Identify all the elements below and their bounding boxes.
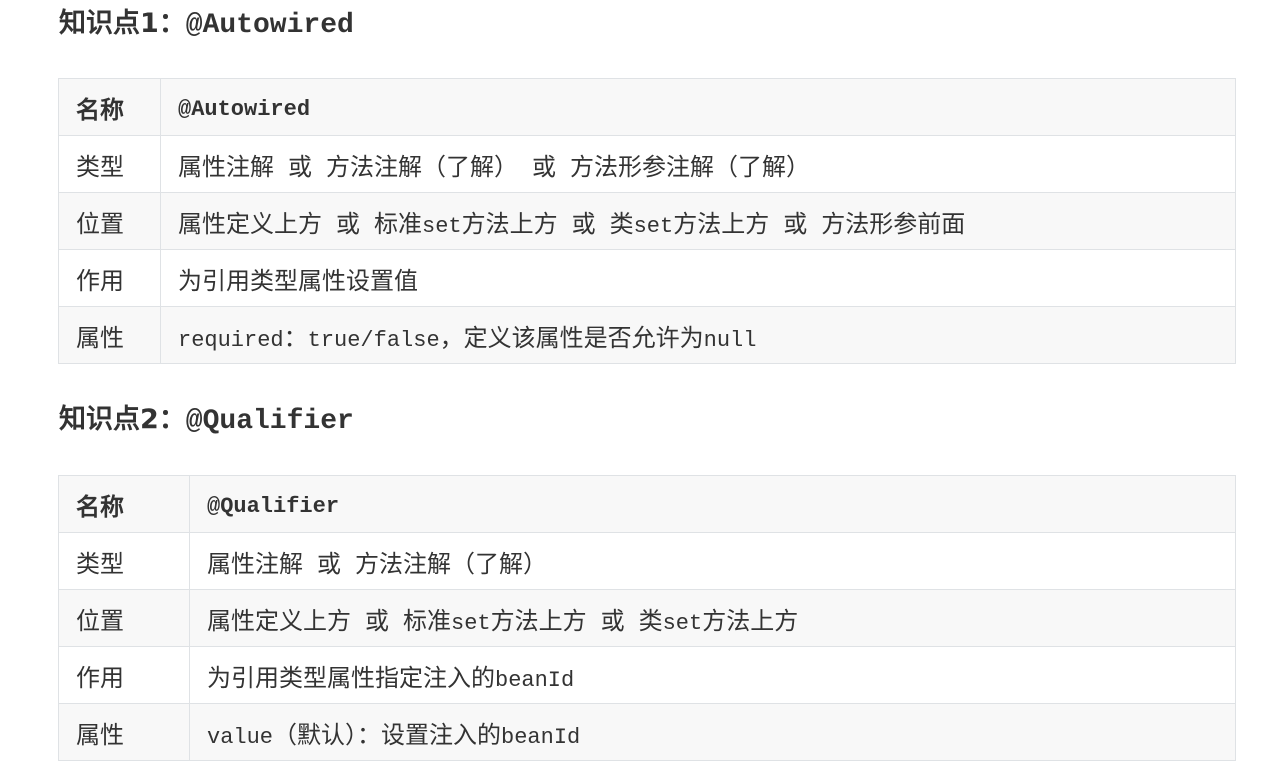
type-text: 方法注解（了解） (355, 549, 547, 578)
table-row-name: 名称 @Autowired (58, 78, 1236, 136)
table-row-name: 名称 @Qualifier (58, 475, 1236, 533)
attribute-text: ： (283, 323, 308, 352)
type-text: 属性注解 (178, 152, 274, 181)
table-row-attribute: 属性 required：true/false，定义该属性是否允许为null (58, 306, 1236, 364)
position-text: 类 (609, 209, 634, 238)
position-text: 方法上方 (490, 606, 587, 635)
row-label: 名称 (58, 78, 161, 136)
position-text: 标准 (403, 606, 451, 635)
type-text: 或 (288, 152, 312, 181)
table-row-position: 位置 属性定义上方或标准set方法上方或类set方法上方 (58, 589, 1236, 647)
table-row-usage: 作用 为引用类型属性指定注入的beanId (58, 646, 1236, 704)
position-code: set (451, 610, 491, 636)
position-text: 属性定义上方 (178, 209, 322, 238)
usage-code: beanId (495, 667, 575, 693)
annotation-name: @Qualifier (207, 493, 340, 519)
row-value: 属性定义上方或标准set方法上方或类set方法上方或方法形参前面 (160, 192, 1236, 250)
section-2-heading: 知识点2：@Qualifier (59, 400, 354, 442)
type-text: 方法注解（了解） (326, 152, 518, 181)
position-text: 方法上方 (702, 606, 799, 635)
attribute-code: true/false (307, 327, 440, 353)
position-text: 方法上方 (673, 209, 770, 238)
row-label: 作用 (58, 249, 161, 307)
annotation-name: @Autowired (178, 96, 311, 122)
section-1-heading-prefix: 知识点1： (59, 8, 186, 39)
row-value: 为引用类型属性指定注入的beanId (189, 646, 1236, 704)
table-row-usage: 作用 为引用类型属性设置值 (58, 249, 1236, 307)
attribute-text: （默认）：设置注入的 (273, 720, 502, 749)
table-row-type: 类型 属性注解或方法注解（了解） (58, 532, 1236, 590)
position-text: 或 (365, 606, 389, 635)
position-code: set (662, 610, 703, 636)
row-label: 作用 (58, 646, 190, 704)
attribute-text: ，定义该属性是否允许为 (439, 323, 704, 352)
position-text: 标准 (374, 209, 422, 238)
section-1-heading-annotation: @Autowired (185, 10, 354, 41)
row-value: @Qualifier (189, 475, 1236, 533)
row-value: 属性注解或方法注解（了解）或方法形参注解（了解） (160, 135, 1236, 193)
attribute-code: value (207, 724, 274, 750)
row-label: 位置 (58, 192, 161, 250)
position-text: 方法上方 (461, 209, 558, 238)
position-text: 或 (783, 209, 808, 238)
row-value: 属性注解或方法注解（了解） (189, 532, 1236, 590)
row-label: 位置 (58, 589, 190, 647)
type-text: 属性注解 (207, 549, 303, 578)
position-text: 类 (638, 606, 663, 635)
position-text: 属性定义上方 (207, 606, 351, 635)
position-text: 或 (600, 606, 625, 635)
row-value: 属性定义上方或标准set方法上方或类set方法上方 (189, 589, 1236, 647)
row-label: 类型 (58, 135, 161, 193)
row-value: required：true/false，定义该属性是否允许为null (160, 306, 1236, 364)
table-row-position: 位置 属性定义上方或标准set方法上方或类set方法上方或方法形参前面 (58, 192, 1236, 250)
section-1-heading: 知识点1：@Autowired (59, 4, 354, 46)
row-label: 属性 (58, 703, 190, 761)
row-label: 属性 (58, 306, 161, 364)
section-2-heading-prefix: 知识点2： (59, 404, 186, 435)
attribute-code: beanId (501, 724, 581, 750)
position-text: 或 (336, 209, 360, 238)
row-label: 名称 (58, 475, 190, 533)
row-value: 为引用类型属性设置值 (160, 249, 1236, 307)
table-row-attribute: 属性 value（默认）：设置注入的beanId (58, 703, 1236, 761)
attribute-code: required (178, 327, 284, 353)
qualifier-table: 名称 @Qualifier 类型 属性注解或方法注解（了解） 位置 属性定义上方… (58, 475, 1236, 761)
autowired-table: 名称 @Autowired 类型 属性注解或方法注解（了解）或方法形参注解（了解… (58, 78, 1236, 364)
position-text: 或 (571, 209, 596, 238)
type-text: 方法形参注解（了解） (570, 152, 810, 181)
position-text: 方法形参前面 (821, 209, 966, 238)
type-text: 或 (532, 152, 556, 181)
table-row-type: 类型 属性注解或方法注解（了解）或方法形参注解（了解） (58, 135, 1236, 193)
row-value: @Autowired (160, 78, 1236, 136)
type-text: 或 (317, 549, 341, 578)
position-code: set (633, 213, 674, 239)
attribute-code: null (703, 327, 757, 353)
row-value: value（默认）：设置注入的beanId (189, 703, 1236, 761)
section-2-heading-annotation: @Qualifier (185, 406, 354, 437)
usage-text: 为引用类型属性指定注入的 (207, 663, 495, 692)
position-code: set (422, 213, 462, 239)
row-label: 类型 (58, 532, 190, 590)
